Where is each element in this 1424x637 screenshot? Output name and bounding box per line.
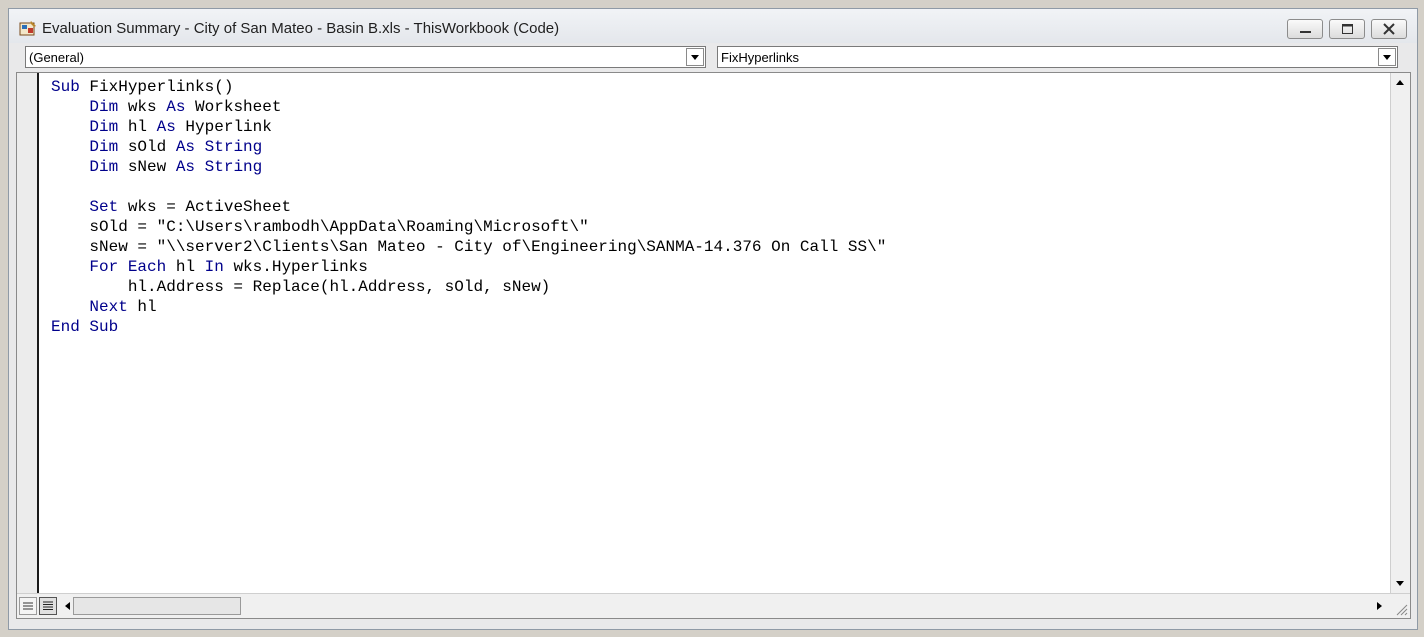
code-text: Hyperlink [175, 118, 272, 136]
code-keyword: End [51, 318, 80, 336]
arrow-right-icon [1377, 602, 1382, 610]
code-text: sOld = "C:\Users\rambodh\AppData\Roaming… [51, 218, 589, 236]
arrow-up-icon [1396, 80, 1404, 85]
code-text: sNew [118, 158, 176, 176]
code-line: End Sub [51, 317, 886, 337]
code-text: hl.Address = Replace(hl.Address, sOld, s… [51, 278, 551, 296]
full-module-view-icon [43, 601, 53, 610]
code-line: Sub FixHyperlinks() [51, 77, 886, 97]
code-keyword: Dim [89, 118, 119, 136]
object-dropdown-value: (General) [29, 50, 84, 65]
code-keyword: As [156, 118, 176, 136]
scroll-down-button[interactable] [1391, 574, 1409, 592]
full-module-view-button[interactable] [39, 597, 57, 615]
code-line: sOld = "C:\Users\rambodh\AppData\Roaming… [51, 217, 886, 237]
chevron-down-icon [1383, 55, 1391, 60]
code-keyword: String [204, 138, 263, 156]
close-button[interactable] [1371, 19, 1407, 39]
code-line: Next hl [51, 297, 886, 317]
arrow-down-icon [1396, 581, 1404, 586]
code-text-area[interactable]: Sub FixHyperlinks() Dim wks As Worksheet… [41, 73, 1387, 593]
code-text: sNew = "\\server2\Clients\San Mateo - Ci… [51, 238, 887, 256]
code-text: sOld [118, 138, 176, 156]
vba-module-icon [19, 21, 36, 36]
code-line: sNew = "\\server2\Clients\San Mateo - Ci… [51, 237, 886, 257]
margin-indicator-bar[interactable] [17, 73, 39, 593]
code-keyword: Sub [89, 318, 119, 336]
minimize-button[interactable] [1287, 19, 1323, 39]
code-text: wks [118, 98, 167, 116]
procedure-dropdown-value: FixHyperlinks [721, 50, 800, 65]
code-line: Dim sOld As String [51, 137, 886, 157]
code-keyword: Each [127, 258, 167, 276]
maximize-button[interactable] [1329, 19, 1365, 39]
code-keyword: Sub [51, 78, 80, 96]
code-keyword: Dim [89, 98, 119, 116]
horizontal-scroll-thumb[interactable] [73, 597, 241, 615]
code-text: Worksheet [185, 98, 282, 116]
resize-grip-icon[interactable] [1392, 600, 1408, 616]
code-keyword: Set [89, 198, 119, 216]
code-line: Dim wks As Worksheet [51, 97, 886, 117]
vertical-scrollbar[interactable] [1390, 73, 1410, 593]
maximize-icon [1342, 24, 1353, 34]
code-keyword: As [166, 98, 186, 116]
scroll-up-button[interactable] [1391, 74, 1409, 92]
horizontal-bar [17, 593, 1410, 618]
object-dropdown-button[interactable] [686, 48, 704, 66]
minimize-icon [1300, 31, 1311, 33]
code-editor: Sub FixHyperlinks() Dim wks As Worksheet… [16, 72, 1411, 619]
title-bar[interactable]: Evaluation Summary - City of San Mateo -… [9, 9, 1417, 43]
code-listing: Sub FixHyperlinks() Dim wks As Worksheet… [51, 77, 886, 337]
code-keyword: Dim [89, 158, 119, 176]
code-text: wks = ActiveSheet [118, 198, 292, 216]
code-keyword: Next [89, 298, 128, 316]
code-text: hl [127, 298, 157, 316]
code-keyword: For [89, 258, 119, 276]
code-keyword: In [204, 258, 224, 276]
code-text: hl [118, 118, 157, 136]
scroll-right-button[interactable] [1370, 597, 1388, 615]
code-keyword: Dim [89, 138, 119, 156]
procedure-dropdown[interactable]: FixHyperlinks [717, 46, 1398, 68]
code-line: Set wks = ActiveSheet [51, 197, 886, 217]
code-window: Evaluation Summary - City of San Mateo -… [8, 8, 1418, 630]
code-keyword: As [175, 158, 196, 176]
code-text: FixHyperlinks() [79, 78, 234, 96]
code-line: Dim sNew As String [51, 157, 886, 177]
close-icon [1383, 23, 1395, 35]
chevron-down-icon [691, 55, 699, 60]
procedure-dropdown-button[interactable] [1378, 48, 1396, 66]
code-text: wks.Hyperlinks [223, 258, 368, 276]
code-line: hl.Address = Replace(hl.Address, sOld, s… [51, 277, 886, 297]
code-line: For Each hl In wks.Hyperlinks [51, 257, 886, 277]
procedure-view-icon [23, 602, 33, 610]
code-line: Dim hl As Hyperlink [51, 117, 886, 137]
window-title: Evaluation Summary - City of San Mateo -… [42, 20, 560, 37]
procedure-view-button[interactable] [19, 597, 37, 615]
code-text: hl [166, 258, 205, 276]
code-keyword: String [204, 158, 263, 176]
code-keyword: As [175, 138, 196, 156]
object-dropdown[interactable]: (General) [25, 46, 706, 68]
